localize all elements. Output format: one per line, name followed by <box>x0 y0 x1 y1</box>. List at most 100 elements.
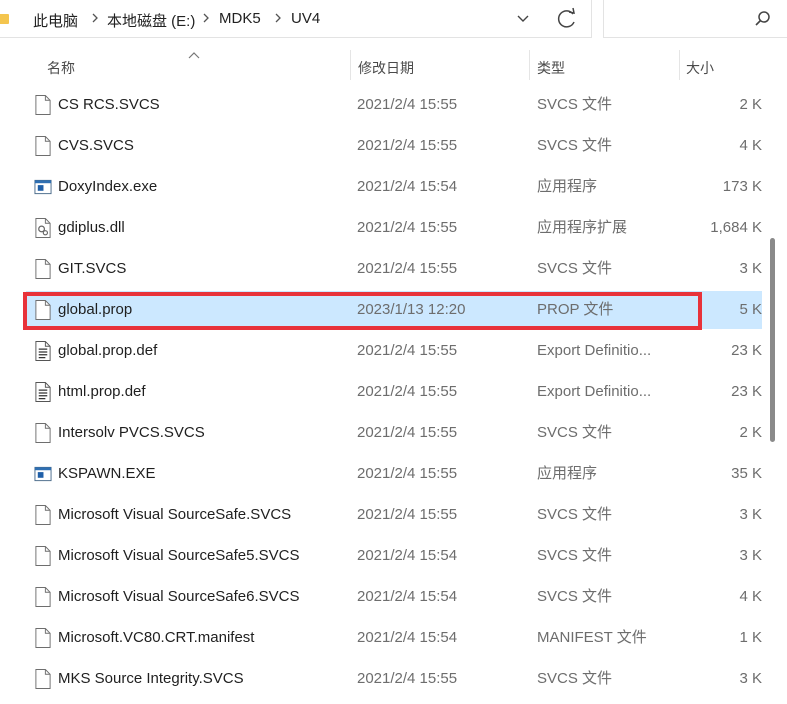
chevron-right-icon[interactable] <box>88 11 102 25</box>
search-box[interactable] <box>603 0 787 38</box>
column-divider[interactable] <box>350 50 351 80</box>
sort-ascending-icon <box>188 52 200 59</box>
file-row[interactable]: CS RCS.SVCS 2021/2/4 15:55 SVCS 文件 2 K <box>26 86 762 124</box>
column-date[interactable]: 修改日期 <box>358 48 414 84</box>
file-row[interactable]: MKS Source Integrity.SVCS 2021/2/4 15:55 S… <box>26 660 762 698</box>
blank-file-icon <box>35 628 51 648</box>
file-modified-date: 2021/2/4 15:55 <box>357 219 458 236</box>
file-name: CS RCS.SVCS <box>58 96 160 113</box>
blank-file-icon <box>35 669 51 689</box>
file-modified-date: 2021/2/4 15:55 <box>357 424 458 441</box>
blank-file-icon <box>35 546 51 566</box>
file-modified-date: 2021/2/4 15:55 <box>357 465 458 482</box>
blank-file-icon <box>35 587 51 607</box>
folder-icon <box>0 14 9 24</box>
file-name: MKS Source Integrity.SVCS <box>58 670 244 687</box>
file-size: 35 K <box>731 465 762 482</box>
file-size: 4 K <box>739 588 762 605</box>
file-name: html.prop.def <box>58 383 146 400</box>
file-size: 3 K <box>739 670 762 687</box>
chevron-right-icon[interactable] <box>271 11 285 25</box>
file-type: 应用程序扩展 <box>537 219 628 236</box>
file-row[interactable]: html.prop.def 2021/2/4 15:55 Export Defini… <box>26 373 762 411</box>
file-type: SVCS 文件 <box>537 424 613 441</box>
file-size: 23 K <box>731 342 762 359</box>
text-file-icon <box>35 341 51 361</box>
column-name[interactable]: 名称 <box>47 48 75 84</box>
file-row[interactable]: KSPAWN.EXE 2021/2/4 15:55 应用程序 35 K <box>26 455 762 493</box>
file-row[interactable]: GIT.SVCS 2021/2/4 15:55 SVCS 文件 3 K <box>26 250 762 288</box>
chevron-right-icon[interactable] <box>199 11 213 25</box>
file-modified-date: 2021/2/4 15:55 <box>357 506 458 523</box>
file-row[interactable]: CVS.SVCS 2021/2/4 15:55 SVCS 文件 4 K <box>26 127 762 165</box>
blank-file-icon <box>35 505 51 525</box>
file-type: SVCS 文件 <box>537 547 613 564</box>
dll-icon <box>35 218 51 238</box>
breadcrumb-uv4[interactable]: UV4 <box>291 10 320 27</box>
file-type: PROP 文件 <box>537 301 614 318</box>
file-name: DoxyIndex.exe <box>58 178 158 195</box>
blank-file-icon <box>35 259 51 279</box>
address-toolbar: 此电脑 本地磁盘 (E:) MDK5 UV4 <box>0 0 787 38</box>
file-name: CVS.SVCS <box>58 137 134 154</box>
file-name: KSPAWN.EXE <box>58 465 156 482</box>
file-row[interactable]: Microsoft.VC80.CRT.manifest 2021/2/4 15:5… <box>26 619 762 657</box>
file-row[interactable]: Microsoft Visual SourceSafe5.SVCS 2021/2/… <box>26 537 762 575</box>
file-size: 5 K <box>739 301 762 318</box>
exe-icon <box>34 179 52 195</box>
file-row[interactable]: global.prop.def 2021/2/4 15:55 Export Defi… <box>26 332 762 370</box>
file-size: 1 K <box>739 629 762 646</box>
column-size[interactable]: 大小 <box>686 48 714 84</box>
file-name: global.prop <box>58 301 133 318</box>
file-row[interactable]: global.prop 2023/1/13 12:20 PROP 文件 5 K <box>26 291 762 329</box>
blank-file-icon <box>35 423 51 443</box>
file-size: 23 K <box>731 383 762 400</box>
file-modified-date: 2023/1/13 12:20 <box>357 301 466 318</box>
file-row[interactable]: gdiplus.dll 2021/2/4 15:55 应用程序扩展 1,684 K <box>26 209 762 247</box>
breadcrumb-this-pc[interactable]: 此电脑 <box>33 10 78 31</box>
refresh-icon[interactable] <box>552 5 582 33</box>
exe-icon <box>34 466 52 482</box>
scrollbar-thumb[interactable] <box>770 238 775 442</box>
file-row[interactable]: Microsoft Visual SourceSafe.SVCS 2021/2/4… <box>26 496 762 534</box>
column-header: 名称 修改日期 类型 大小 <box>0 48 765 84</box>
file-size: 3 K <box>739 260 762 277</box>
column-divider[interactable] <box>529 50 530 80</box>
file-name: Intersolv PVCS.SVCS <box>58 424 205 441</box>
file-name: gdiplus.dll <box>58 219 125 236</box>
scrollbar-track[interactable] <box>765 38 787 704</box>
file-row[interactable]: Intersolv PVCS.SVCS 2021/2/4 15:55 SVCS 文件… <box>26 414 762 452</box>
column-type[interactable]: 类型 <box>537 48 565 84</box>
file-type: 应用程序 <box>537 465 598 482</box>
chevron-down-icon[interactable] <box>509 6 537 32</box>
file-modified-date: 2021/2/4 15:55 <box>357 137 458 154</box>
file-type: 应用程序 <box>537 178 598 195</box>
breadcrumb-drive-e[interactable]: 本地磁盘 (E:) <box>107 10 195 31</box>
file-type: SVCS 文件 <box>537 670 613 687</box>
file-name: Microsoft Visual SourceSafe.SVCS <box>58 506 292 523</box>
file-name: global.prop.def <box>58 342 158 359</box>
file-modified-date: 2021/2/4 15:54 <box>357 588 458 605</box>
file-size: 2 K <box>739 96 762 113</box>
breadcrumb-mdk5[interactable]: MDK5 <box>219 10 261 27</box>
file-list: 名称 修改日期 类型 大小 CS RCS.SVCS 2021/2/4 15:55 S… <box>0 38 787 704</box>
file-type: SVCS 文件 <box>537 96 613 113</box>
file-modified-date: 2021/2/4 15:55 <box>357 670 458 687</box>
file-size: 4 K <box>739 137 762 154</box>
column-divider[interactable] <box>679 50 680 80</box>
file-type: MANIFEST 文件 <box>537 629 647 646</box>
file-size: 173 K <box>722 178 762 195</box>
file-size: 3 K <box>739 506 762 523</box>
file-name: Microsoft Visual SourceSafe6.SVCS <box>58 588 300 605</box>
file-row[interactable]: Microsoft Visual SourceSafe6.SVCS 2021/2/… <box>26 578 762 616</box>
file-type: SVCS 文件 <box>537 137 613 154</box>
file-type: Export Definitio... <box>537 383 652 400</box>
file-modified-date: 2021/2/4 15:54 <box>357 547 458 564</box>
file-row[interactable]: DoxyIndex.exe 2021/2/4 15:54 应用程序 173 K <box>26 168 762 206</box>
address-bar[interactable]: 此电脑 本地磁盘 (E:) MDK5 UV4 <box>0 0 592 38</box>
file-modified-date: 2021/2/4 15:54 <box>357 629 458 646</box>
file-modified-date: 2021/2/4 15:55 <box>357 260 458 277</box>
file-size: 2 K <box>739 424 762 441</box>
text-file-icon <box>35 382 51 402</box>
file-type: SVCS 文件 <box>537 588 613 605</box>
